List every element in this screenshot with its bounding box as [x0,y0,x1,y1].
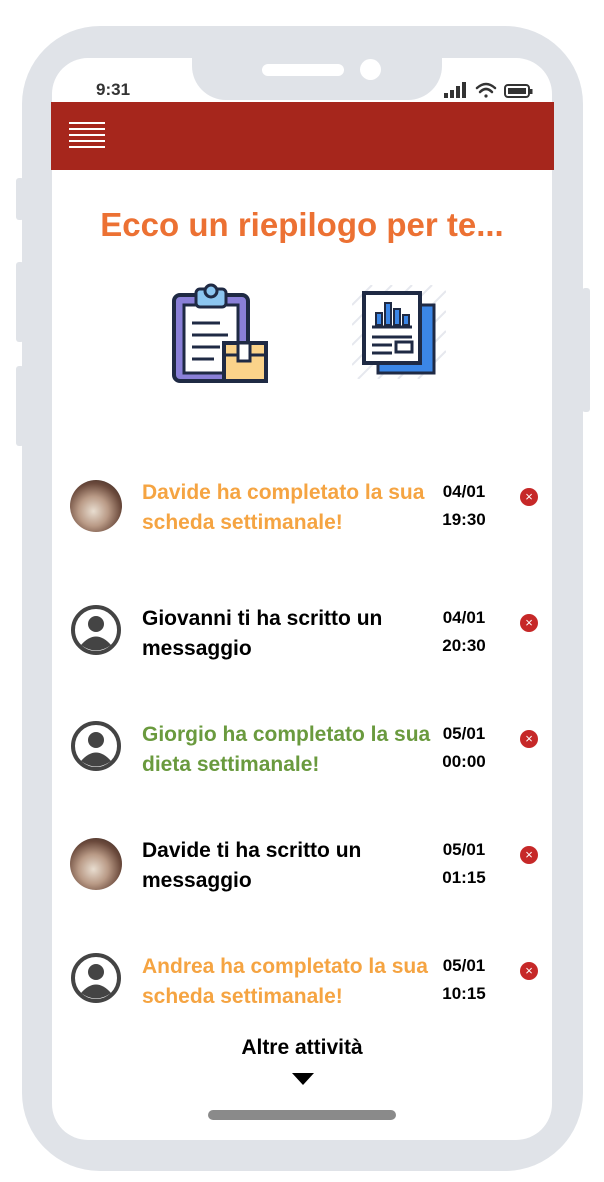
wifi-icon [475,82,497,98]
activity-date: 05/01 [442,956,486,975]
clipboard-package-icon[interactable] [170,283,270,385]
caret-down-icon[interactable] [292,1073,314,1085]
hamburger-menu-icon[interactable] [69,122,105,150]
activity-timestamp: 04/01 19:30 [434,478,494,534]
activity-time: 10:15 [442,984,486,1003]
avatar-photo [70,838,122,890]
activity-text: Davide ha completato la sua scheda setti… [142,481,425,534]
default-avatar-icon [70,952,122,1004]
activity-item[interactable]: Davide ha completato la sua scheda setti… [70,478,550,548]
dismiss-icon[interactable]: × [520,962,538,980]
activity-time: 19:30 [442,510,486,529]
activity-item[interactable]: Davide ti ha scritto un messaggio 05/01 01… [70,836,550,906]
page-title: Ecco un riepilogo per te... [100,206,504,243]
report-document-icon[interactable] [352,285,446,379]
camera [360,59,381,80]
speaker [262,64,344,76]
default-avatar-icon [70,720,122,772]
avatar-photo [70,480,122,532]
volume-up-button [16,262,24,342]
activity-date: 05/01 [442,840,486,859]
activity-date: 04/01 [442,482,486,501]
activity-text: Giorgio ha completato la sua dieta setti… [142,723,431,776]
activity-item[interactable]: Andrea ha completato la sua scheda setti… [70,952,550,1022]
activity-date: 05/01 [442,724,486,743]
activity-item[interactable]: Giorgio ha completato la sua dieta setti… [70,720,550,790]
signal-icon [444,82,466,98]
activity-text: Davide ti ha scritto un messaggio [142,839,362,892]
dismiss-icon[interactable]: × [520,488,538,506]
battery-icon [504,84,533,98]
default-avatar-icon [70,604,122,656]
home-indicator[interactable] [208,1110,396,1120]
app-header [51,102,554,170]
dismiss-icon[interactable]: × [520,614,538,632]
more-activities-link[interactable]: Altre attività [52,1036,552,1060]
power-button [582,288,590,412]
activity-timestamp: 05/01 00:00 [434,720,494,776]
mute-switch [16,178,24,220]
activity-date: 04/01 [442,608,486,627]
dismiss-icon[interactable]: × [520,846,538,864]
activity-text: Andrea ha completato la sua scheda setti… [142,955,428,1008]
dismiss-icon[interactable]: × [520,730,538,748]
status-icons [444,82,533,98]
activity-item[interactable]: Giovanni ti ha scritto un messaggio 04/01… [70,604,550,674]
activity-timestamp: 05/01 10:15 [434,952,494,1008]
activity-time: 00:00 [442,752,486,771]
notch [192,26,442,100]
activity-timestamp: 05/01 01:15 [434,836,494,892]
activity-timestamp: 04/01 20:30 [434,604,494,660]
volume-down-button [16,366,24,446]
activity-text: Giovanni ti ha scritto un messaggio [142,607,383,660]
activity-time: 01:15 [442,868,486,887]
status-time: 9:31 [96,80,131,99]
activity-time: 20:30 [442,636,486,655]
